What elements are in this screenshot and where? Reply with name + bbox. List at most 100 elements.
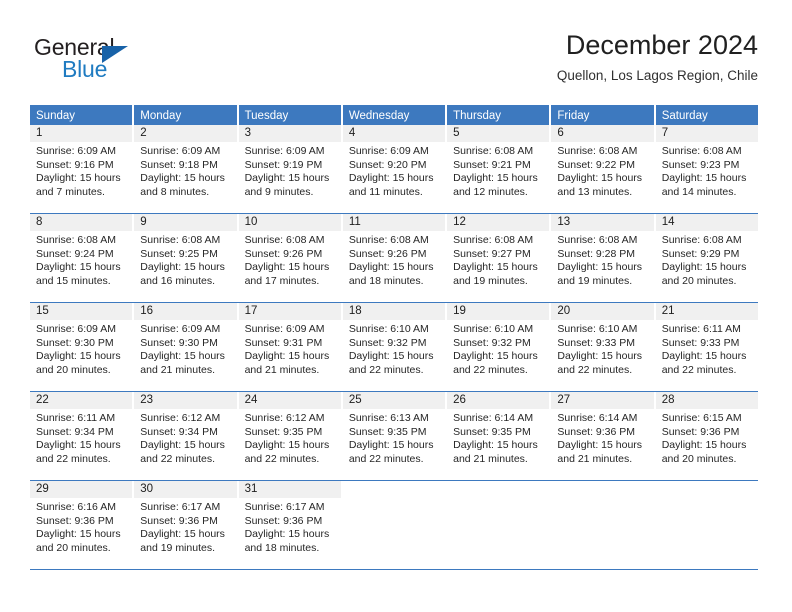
sunrise-text: Sunrise: 6:09 AM — [244, 323, 325, 335]
day-number — [656, 481, 758, 498]
sunrise-text: Sunrise: 6:08 AM — [453, 145, 534, 157]
calendar-day-cell[interactable]: 23 Sunrise: 6:12 AM Sunset: 9:34 PM Dayligh… — [132, 392, 237, 480]
sunset-text: Sunset: 9:18 PM — [140, 158, 218, 171]
calendar-day-cell[interactable]: 10 Sunrise: 6:08 AM Sunset: 9:26 PM Dayligh… — [236, 214, 341, 302]
sunset-text: Sunset: 9:33 PM — [661, 336, 740, 349]
sunset-text: Sunset: 9:25 PM — [140, 247, 218, 260]
sunrise-text: Sunrise: 6:08 AM — [557, 234, 638, 246]
day-number: 27 — [551, 392, 654, 409]
day-sun-info: Sunrise: 6:14 AM Sunset: 9:36 PM Daylight:… — [551, 409, 653, 466]
day-sun-info: Sunrise: 6:08 AM Sunset: 9:26 PM Daylight:… — [343, 231, 445, 288]
sunset-text: Sunset: 9:27 PM — [453, 247, 531, 260]
calendar-day-cell[interactable]: 30 Sunrise: 6:17 AM Sunset: 9:36 PM Dayligh… — [132, 481, 237, 569]
calendar-day-cell[interactable]: 31 Sunrise: 6:17 AM Sunset: 9:36 PM Dayligh… — [236, 481, 341, 569]
sunset-text: Sunset: 9:23 PM — [661, 158, 740, 171]
sunset-text: Sunset: 9:20 PM — [348, 158, 427, 171]
day-number: 5 — [447, 125, 550, 142]
calendar-day-cell[interactable]: 26 Sunrise: 6:14 AM Sunset: 9:35 PM Dayligh… — [445, 392, 550, 480]
daylight-text: Daylight: 15 hours and 22 minutes. — [36, 439, 121, 465]
daylight-text: Daylight: 15 hours and 15 minutes. — [36, 261, 121, 287]
daylight-text: Daylight: 15 hours and 11 minutes. — [348, 172, 434, 198]
daylight-text: Daylight: 15 hours and 20 minutes. — [36, 528, 121, 554]
calendar-day-cell[interactable]: 6 Sunrise: 6:08 AM Sunset: 9:22 PM Daylight… — [549, 125, 654, 213]
day-number — [447, 481, 549, 498]
sunset-text: Sunset: 9:26 PM — [244, 247, 323, 260]
calendar-day-cell[interactable]: 29 Sunrise: 6:16 AM Sunset: 9:36 PM Dayligh… — [30, 481, 133, 569]
calendar-week-row: 15 Sunrise: 6:09 AM Sunset: 9:30 PM Dayligh… — [30, 303, 758, 392]
calendar-day-cell[interactable]: 20 Sunrise: 6:10 AM Sunset: 9:33 PM Dayligh… — [549, 303, 654, 391]
sunrise-text: Sunrise: 6:10 AM — [453, 323, 534, 335]
calendar-day-cell[interactable]: 27 Sunrise: 6:14 AM Sunset: 9:36 PM Dayligh… — [549, 392, 654, 480]
calendar-day-cell[interactable]: 14 Sunrise: 6:08 AM Sunset: 9:29 PM Dayligh… — [653, 214, 758, 302]
calendar-day-cell[interactable]: 9 Sunrise: 6:08 AM Sunset: 9:25 PM Daylight… — [132, 214, 237, 302]
day-number: 25 — [342, 392, 446, 409]
day-sun-info: Sunrise: 6:08 AM Sunset: 9:27 PM Daylight:… — [447, 231, 549, 288]
daylight-text: Daylight: 15 hours and 20 minutes. — [36, 350, 121, 376]
sunrise-text: Sunrise: 6:17 AM — [244, 501, 325, 513]
sunrise-text: Sunrise: 6:15 AM — [661, 412, 742, 424]
day-number: 11 — [342, 214, 446, 231]
day-number: 18 — [342, 303, 446, 320]
day-sun-info: Sunrise: 6:08 AM Sunset: 9:26 PM Daylight:… — [239, 231, 341, 288]
daylight-text: Daylight: 15 hours and 19 minutes. — [140, 528, 225, 554]
calendar-day-cell[interactable]: 13 Sunrise: 6:08 AM Sunset: 9:28 PM Dayligh… — [549, 214, 654, 302]
weekday-header-thursday: Thursday — [445, 105, 549, 125]
calendar-day-cell[interactable]: 12 Sunrise: 6:08 AM Sunset: 9:27 PM Dayligh… — [445, 214, 550, 302]
sunrise-text: Sunrise: 6:11 AM — [661, 323, 741, 335]
sunrise-text: Sunrise: 6:08 AM — [453, 234, 534, 246]
daylight-text: Daylight: 15 hours and 17 minutes. — [244, 261, 330, 287]
daylight-text: Daylight: 15 hours and 21 minutes. — [140, 350, 225, 376]
sunset-text: Sunset: 9:36 PM — [140, 514, 218, 527]
calendar-day-cell[interactable]: 3 Sunrise: 6:09 AM Sunset: 9:19 PM Daylight… — [236, 125, 341, 213]
calendar-day-cell[interactable]: 22 Sunrise: 6:11 AM Sunset: 9:34 PM Dayligh… — [30, 392, 133, 480]
sunrise-text: Sunrise: 6:09 AM — [140, 145, 221, 157]
calendar-day-cell[interactable]: 11 Sunrise: 6:08 AM Sunset: 9:26 PM Dayligh… — [340, 214, 446, 302]
calendar-day-cell[interactable]: 19 Sunrise: 6:10 AM Sunset: 9:32 PM Dayligh… — [445, 303, 550, 391]
calendar-day-cell[interactable]: 5 Sunrise: 6:08 AM Sunset: 9:21 PM Daylight… — [445, 125, 550, 213]
day-number: 14 — [655, 214, 758, 231]
day-number: 24 — [238, 392, 341, 409]
sunrise-text: Sunrise: 6:08 AM — [661, 234, 742, 246]
sunrise-text: Sunrise: 6:08 AM — [348, 234, 429, 246]
calendar-day-cell[interactable]: 8 Sunrise: 6:08 AM Sunset: 9:24 PM Daylight… — [30, 214, 133, 302]
day-sun-info: Sunrise: 6:09 AM Sunset: 9:19 PM Daylight:… — [239, 142, 341, 199]
daylight-text: Daylight: 15 hours and 22 minutes. — [557, 350, 643, 376]
page-title: December 2024 — [565, 30, 758, 60]
calendar-day-cell[interactable]: 18 Sunrise: 6:10 AM Sunset: 9:32 PM Dayligh… — [340, 303, 446, 391]
calendar-day-cell[interactable]: 16 Sunrise: 6:09 AM Sunset: 9:30 PM Dayligh… — [132, 303, 237, 391]
daylight-text: Daylight: 15 hours and 19 minutes. — [453, 261, 538, 287]
day-sun-info: Sunrise: 6:10 AM Sunset: 9:32 PM Daylight:… — [343, 320, 445, 377]
title-block: December 2024 Quellon, Los Lagos Region,… — [557, 28, 758, 86]
calendar-day-cell[interactable]: 7 Sunrise: 6:08 AM Sunset: 9:23 PM Daylight… — [653, 125, 758, 213]
day-number: 15 — [30, 303, 133, 320]
daylight-text: Daylight: 15 hours and 21 minutes. — [244, 350, 330, 376]
sunrise-text: Sunrise: 6:08 AM — [244, 234, 325, 246]
day-number: 6 — [551, 125, 654, 142]
day-number: 12 — [447, 214, 550, 231]
calendar-day-cell[interactable]: 24 Sunrise: 6:12 AM Sunset: 9:35 PM Dayligh… — [236, 392, 341, 480]
sunset-text: Sunset: 9:30 PM — [140, 336, 218, 349]
sunset-text: Sunset: 9:29 PM — [661, 247, 740, 260]
calendar-day-cell[interactable]: 2 Sunrise: 6:09 AM Sunset: 9:18 PM Daylight… — [132, 125, 237, 213]
sunset-text: Sunset: 9:35 PM — [348, 425, 427, 438]
calendar-day-cell-empty — [549, 481, 653, 569]
calendar-day-cell[interactable]: 25 Sunrise: 6:13 AM Sunset: 9:35 PM Dayligh… — [340, 392, 446, 480]
calendar-day-cell[interactable]: 21 Sunrise: 6:11 AM Sunset: 9:33 PM Dayligh… — [653, 303, 758, 391]
day-number: 13 — [551, 214, 654, 231]
day-sun-info: Sunrise: 6:12 AM Sunset: 9:35 PM Daylight:… — [239, 409, 341, 466]
calendar-day-cell[interactable]: 28 Sunrise: 6:15 AM Sunset: 9:36 PM Dayligh… — [653, 392, 758, 480]
day-sun-info: Sunrise: 6:11 AM Sunset: 9:34 PM Daylight:… — [30, 409, 132, 466]
sunset-text: Sunset: 9:36 PM — [557, 425, 636, 438]
daylight-text: Daylight: 15 hours and 22 minutes. — [348, 439, 434, 465]
calendar-day-cell[interactable]: 15 Sunrise: 6:09 AM Sunset: 9:30 PM Dayligh… — [30, 303, 133, 391]
calendar-day-cell[interactable]: 1 Sunrise: 6:09 AM Sunset: 9:16 PM Daylight… — [30, 125, 133, 213]
calendar-day-cell[interactable]: 4 Sunrise: 6:09 AM Sunset: 9:20 PM Daylight… — [340, 125, 446, 213]
sunrise-text: Sunrise: 6:17 AM — [140, 501, 221, 513]
calendar-day-cell-empty — [445, 481, 549, 569]
sunrise-text: Sunrise: 6:09 AM — [36, 145, 116, 157]
day-number: 9 — [134, 214, 237, 231]
daylight-text: Daylight: 15 hours and 14 minutes. — [661, 172, 747, 198]
calendar-day-cell[interactable]: 17 Sunrise: 6:09 AM Sunset: 9:31 PM Dayligh… — [236, 303, 341, 391]
day-number: 4 — [342, 125, 446, 142]
day-number: 7 — [655, 125, 758, 142]
